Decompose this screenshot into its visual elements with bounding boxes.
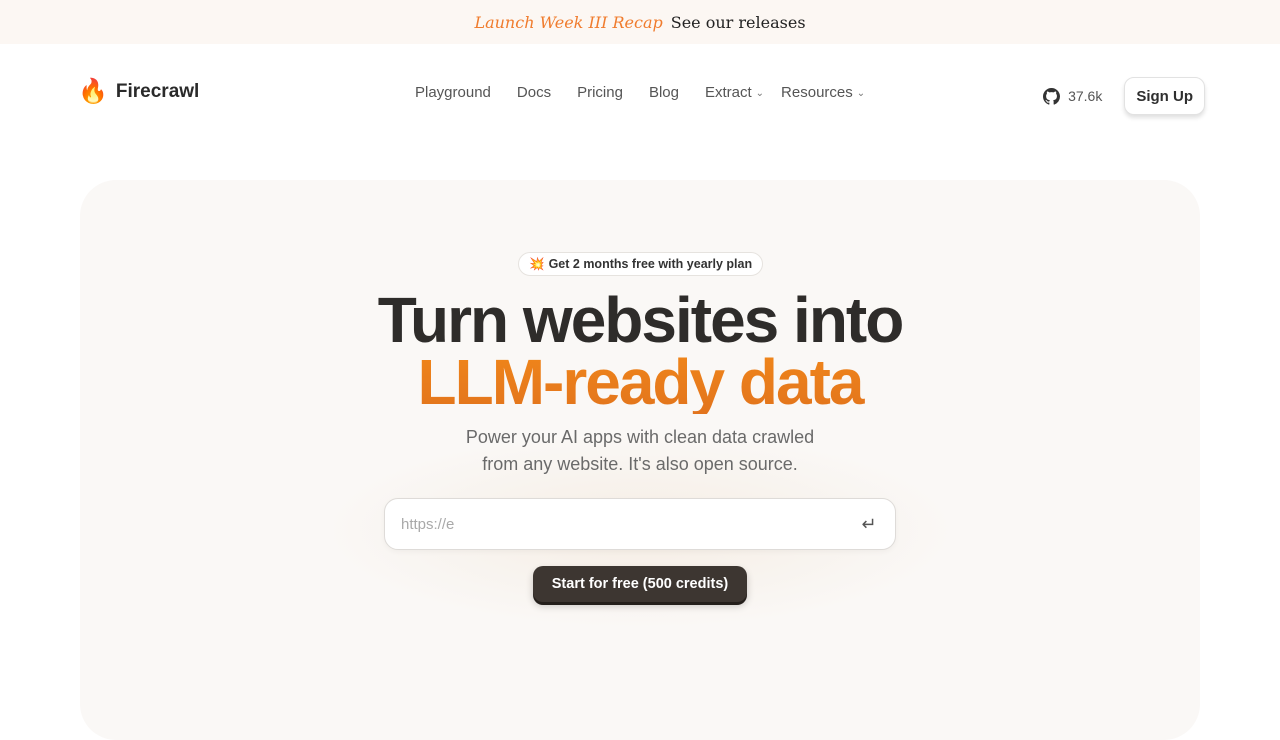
sign-up-button[interactable]: Sign Up: [1124, 77, 1205, 115]
nav-link-blog[interactable]: Blog: [636, 84, 692, 101]
github-star-count: 37.6k: [1068, 88, 1103, 104]
hero-subtitle-line-2: from any website. It's also open source.: [482, 454, 798, 474]
nav-actions: 37.6k Sign Up: [1043, 77, 1205, 115]
nav-dropdown-extract[interactable]: Extract ⌄: [692, 84, 777, 101]
extract-label: Extract: [704, 84, 752, 101]
nav-dropdown-resources[interactable]: Resources ⌄: [777, 84, 878, 101]
logo[interactable]: 🔥 Firecrawl: [78, 80, 199, 104]
explosion-icon: 💥: [529, 256, 545, 271]
logo-text: Firecrawl: [115, 81, 200, 102]
see-releases-link[interactable]: See our releases: [671, 13, 806, 32]
promo-badge-text: Get 2 months free with yearly plan: [548, 257, 753, 271]
resources-label: Resources: [781, 84, 853, 101]
github-stars-link[interactable]: 37.6k: [1043, 87, 1103, 105]
fire-icon: 🔥: [78, 78, 108, 105]
nav-link-docs[interactable]: Docs: [504, 84, 564, 101]
url-input[interactable]: [401, 515, 859, 533]
enter-icon[interactable]: ↵: [859, 514, 879, 535]
promo-badge[interactable]: 💥 Get 2 months free with yearly plan: [518, 252, 764, 276]
launch-week-recap-link[interactable]: Launch Week III Recap: [474, 13, 662, 32]
hero-title-line-2: LLM-ready data: [80, 350, 1200, 414]
nav-link-pricing[interactable]: Pricing: [564, 84, 636, 101]
hero-title-line-1: Turn websites into: [377, 284, 905, 356]
github-icon: [1043, 87, 1061, 105]
top-nav: 🔥 Firecrawl Playground Docs Pricing Blog…: [0, 44, 1280, 148]
chevron-down-icon: ⌄: [856, 88, 866, 99]
hero-subtitle-line-1: Power your AI apps with clean data crawl…: [465, 427, 815, 447]
url-input-container: ↵: [384, 498, 896, 550]
chevron-down-icon: ⌄: [755, 88, 765, 99]
start-for-free-button[interactable]: Start for free (500 credits): [533, 566, 747, 602]
announcement-bar[interactable]: Launch Week III Recap See our releases: [0, 0, 1280, 44]
nav-links: Playground Docs Pricing Blog Extract ⌄ R…: [402, 84, 878, 101]
hero-section: 💥 Get 2 months free with yearly plan Tur…: [80, 180, 1200, 740]
nav-link-playground[interactable]: Playground: [402, 84, 504, 101]
